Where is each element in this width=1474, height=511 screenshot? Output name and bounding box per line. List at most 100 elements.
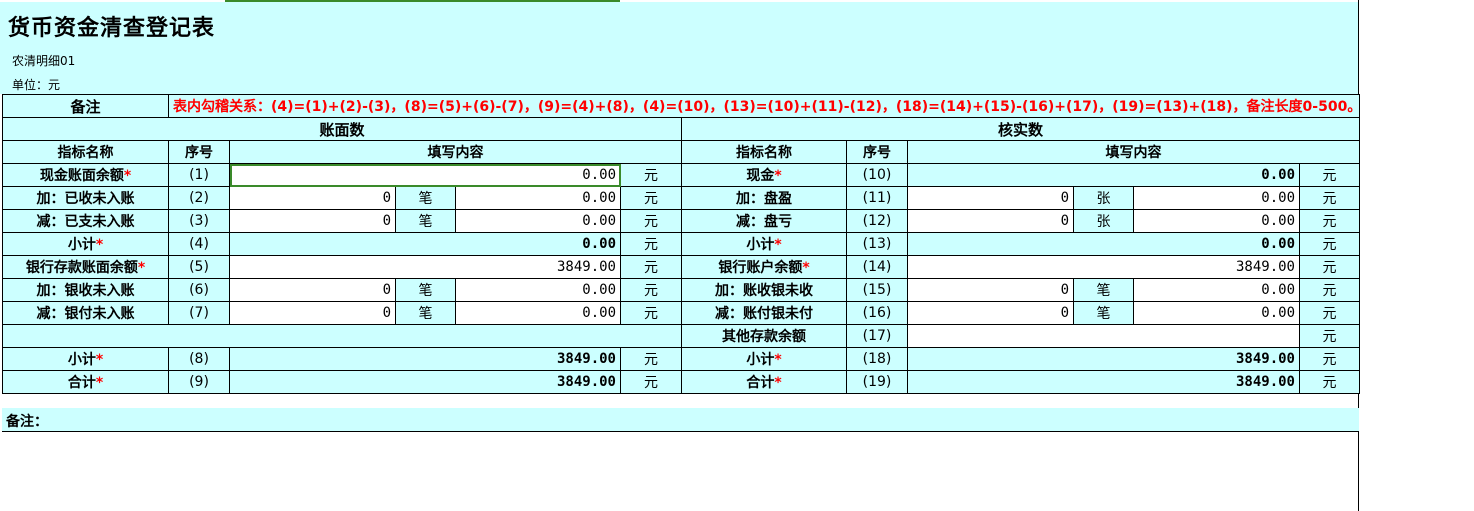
row-seq: (12)	[846, 209, 908, 233]
total-value: 3849.00	[907, 370, 1300, 394]
unit-yuan: 元	[620, 209, 682, 233]
row-label: 减：盘亏	[681, 209, 847, 233]
unit-yuan: 元	[1298, 209, 1361, 233]
table-row: 小计* (4) 0.00 元 小计* (13) 0.00 元	[2, 232, 1361, 256]
row-label: 减：账付银未付	[681, 301, 847, 325]
row-seq: (1)	[168, 163, 230, 187]
unit-yuan: 元	[620, 255, 682, 279]
bank-account-balance-input[interactable]: 3849.00	[907, 255, 1300, 279]
row-label: 现金账面余额	[39, 168, 124, 184]
required-mark: *	[95, 237, 104, 253]
count-input[interactable]: 0	[229, 186, 396, 210]
unit-yuan: 元	[1298, 324, 1361, 348]
unit-bi: 笔	[395, 186, 456, 210]
amount-input[interactable]: 0.00	[455, 209, 621, 233]
unit-yuan: 元	[620, 347, 682, 371]
row-seq: (17)	[846, 324, 908, 348]
unit-yuan: 元	[1298, 232, 1361, 256]
required-mark: *	[802, 260, 810, 276]
row-seq: (7)	[168, 301, 230, 325]
table-row: 减：已支未入账 (3) 0 笔 0.00 元 减：盘亏 (12) 0 张 0.0…	[2, 209, 1361, 233]
row-seq: (3)	[168, 209, 230, 233]
row-seq: (2)	[168, 186, 230, 210]
row-label: 合计	[67, 375, 96, 391]
row-label: 银行账户余额	[718, 260, 803, 276]
required-mark: *	[137, 260, 146, 276]
count-input[interactable]: 0	[229, 278, 396, 302]
row-seq: (14)	[846, 255, 908, 279]
other-deposit-input[interactable]	[907, 324, 1300, 348]
total-value: 3849.00	[229, 370, 621, 394]
unit-yuan: 元	[620, 278, 682, 302]
col-header-content-right: 填写内容	[906, 140, 1361, 164]
row-seq: (16)	[846, 301, 908, 325]
count-input[interactable]: 0	[907, 278, 1074, 302]
row-seq: (13)	[846, 232, 908, 256]
unit-yuan: 元	[620, 186, 682, 210]
table-row: 小计* (8) 3849.00 元 小计* (18) 3849.00 元	[2, 347, 1361, 371]
required-mark: *	[123, 168, 132, 184]
amount-input[interactable]: 0.00	[1133, 278, 1300, 302]
form-code: 农清明细01	[12, 54, 76, 68]
required-mark: *	[95, 352, 104, 368]
count-input[interactable]: 0	[229, 209, 396, 233]
required-mark: *	[774, 375, 782, 391]
col-header-content: 填写内容	[229, 140, 682, 164]
count-input[interactable]: 0	[907, 209, 1074, 233]
row-label: 合计	[746, 375, 775, 391]
col-header-seq: 序号	[168, 140, 230, 164]
count-input[interactable]: 0	[229, 301, 396, 325]
row-label: 其他存款余额	[681, 324, 847, 348]
col-header-seq-right: 序号	[846, 140, 908, 164]
row-label: 小计	[746, 237, 775, 253]
unit-bi: 笔	[395, 278, 456, 302]
amount-input[interactable]: 0.00	[455, 301, 621, 325]
unit-bi: 笔	[1073, 301, 1134, 325]
table-row: 现金账面余额* (1) 0.00 元 现金* (10) 0.00 元	[2, 163, 1361, 187]
row-seq: (19)	[846, 370, 908, 394]
row-seq: (9)	[168, 370, 230, 394]
unit-yuan: 元	[1298, 347, 1361, 371]
required-mark: *	[95, 375, 104, 391]
amount-input[interactable]: 0.00	[455, 278, 621, 302]
row-label: 加：盘盈	[681, 186, 847, 210]
table-row: 合计* (9) 3849.00 元 合计* (19) 3849.00 元	[2, 370, 1361, 394]
section-header-row: 账面数 核实数	[2, 117, 1361, 141]
amount-input[interactable]: 0.00	[455, 186, 621, 210]
unit-yuan: 元	[1298, 370, 1361, 394]
subtotal-value: 0.00	[229, 232, 621, 256]
note-row: 备注 表内勾稽关系：(4)=(1)+(2)-(3)，(8)=(5)+(6)-(7…	[2, 94, 1361, 118]
remark-input[interactable]	[2, 432, 1358, 511]
row-label: 加：已收未入账	[2, 186, 169, 210]
register-table: 备注 表内勾稽关系：(4)=(1)+(2)-(3)，(8)=(5)+(6)-(7…	[2, 94, 1361, 394]
table-row: 银行存款账面余额* (5) 3849.00 元 银行账户余额* (14) 384…	[2, 255, 1361, 279]
row-seq: (8)	[168, 347, 230, 371]
table-row: 减：银付未入账 (7) 0 笔 0.00 元 减：账付银未付 (16) 0 笔 …	[2, 301, 1361, 325]
required-mark: *	[774, 237, 782, 253]
bank-book-balance-input[interactable]: 3849.00	[229, 255, 621, 279]
subtotal-value: 3849.00	[229, 347, 621, 371]
unit-zhang: 张	[1073, 209, 1134, 233]
note-label: 备注	[2, 94, 169, 118]
remark-label: 备注：	[2, 408, 1359, 432]
row-label: 小计	[746, 352, 775, 368]
empty-cell	[2, 324, 682, 348]
unit-yuan: 元	[1298, 301, 1361, 325]
required-mark: *	[774, 352, 782, 368]
count-input[interactable]: 0	[907, 186, 1074, 210]
amount-input[interactable]: 0.00	[1133, 209, 1300, 233]
note-text: 表内勾稽关系：(4)=(1)+(2)-(3)，(8)=(5)+(6)-(7)，(…	[167, 94, 1361, 118]
amount-input[interactable]: 0.00	[1133, 186, 1300, 210]
cash-book-balance-input[interactable]: 0.00	[229, 163, 621, 187]
subtotal-value: 3849.00	[907, 347, 1300, 371]
unit-yuan: 元	[620, 370, 682, 394]
unit-zhang: 张	[1073, 186, 1134, 210]
section-left-title: 账面数	[2, 117, 682, 141]
unit-yuan: 元	[1298, 163, 1361, 187]
row-label: 加：账收银未收	[681, 278, 847, 302]
table-row: 加：已收未入账 (2) 0 笔 0.00 元 加：盘盈 (11) 0 张 0.0…	[2, 186, 1361, 210]
row-label: 银行存款账面余额	[25, 260, 138, 276]
table-row: 加：银收未入账 (6) 0 笔 0.00 元 加：账收银未收 (15) 0 笔 …	[2, 278, 1361, 302]
amount-input[interactable]: 0.00	[1133, 301, 1300, 325]
count-input[interactable]: 0	[907, 301, 1074, 325]
